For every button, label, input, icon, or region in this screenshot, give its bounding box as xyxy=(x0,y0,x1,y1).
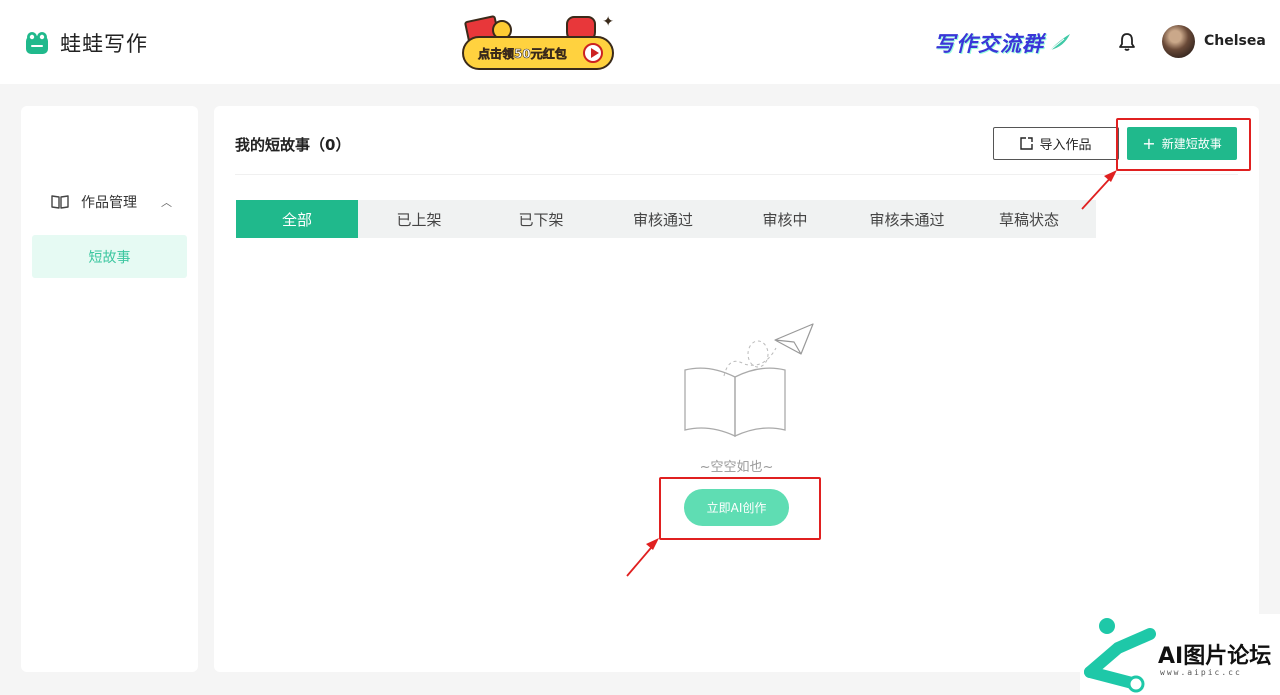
sidebar-group-works[interactable]: 作品管理 xyxy=(51,192,137,212)
watermark-url: www.aipic.cc xyxy=(1160,668,1242,677)
promo-pill[interactable]: 点击领50元红包 xyxy=(462,36,614,70)
play-icon xyxy=(583,43,603,63)
tab-rejected[interactable]: 审核未通过 xyxy=(846,200,968,238)
watermark-logo-icon xyxy=(1084,618,1156,693)
watermark: AI图片论坛 www.aipic.cc xyxy=(1080,614,1280,695)
frog-logo-icon xyxy=(26,32,48,54)
empty-book-illustration xyxy=(684,323,814,438)
book-icon xyxy=(51,195,69,209)
red-packet-promo-banner[interactable]: ✦ 点击领50元红包 xyxy=(462,14,616,72)
community-text: 写作交流群 xyxy=(934,32,1044,56)
tab-published[interactable]: 已上架 xyxy=(358,200,480,238)
import-icon xyxy=(1020,137,1034,150)
tab-under-review[interactable]: 审核中 xyxy=(724,200,846,238)
app-logo[interactable]: 蛙蛙写作 xyxy=(24,28,148,58)
main-panel: 我的短故事（0） 导入作品 + 新建短故事 全部 已上架 已下架 审核通过 审核… xyxy=(214,106,1259,672)
sidebar-group-label: 作品管理 xyxy=(81,195,137,211)
chevron-up-icon[interactable]: ︿ xyxy=(161,194,172,210)
user-avatar[interactable] xyxy=(1162,25,1195,58)
status-tabs: 全部 已上架 已下架 审核通过 审核中 审核未通过 草稿状态 xyxy=(236,200,1096,238)
username[interactable]: Chelsea xyxy=(1204,33,1266,49)
tab-all[interactable]: 全部 xyxy=(236,200,358,238)
empty-state-text: ~空空如也~ xyxy=(699,460,774,475)
tab-approved[interactable]: 审核通过 xyxy=(602,200,724,238)
divider xyxy=(235,174,1238,175)
import-label: 导入作品 xyxy=(1039,138,1092,153)
annotation-box-ai-button xyxy=(659,477,821,540)
page-title: 我的短故事（0） xyxy=(235,136,351,154)
sidebar: 作品管理 ︿ 短故事 xyxy=(21,106,198,672)
annotation-box-new-button xyxy=(1116,118,1251,171)
promo-text: 点击领50元红包 xyxy=(478,46,567,61)
watermark-title: AI图片论坛 xyxy=(1158,644,1272,669)
tab-unpublished[interactable]: 已下架 xyxy=(480,200,602,238)
sparkle-icon: ✦ xyxy=(602,14,614,30)
bell-icon[interactable] xyxy=(1117,31,1137,53)
sidebar-item-short-story[interactable]: 短故事 xyxy=(32,235,187,278)
community-link[interactable]: 写作交流群 xyxy=(934,28,1072,58)
tab-draft[interactable]: 草稿状态 xyxy=(968,200,1090,238)
sidebar-item-label: 短故事 xyxy=(88,249,131,266)
import-work-button[interactable]: 导入作品 xyxy=(993,127,1119,160)
app-name: 蛙蛙写作 xyxy=(60,32,148,56)
top-header: 蛙蛙写作 ✦ 点击领50元红包 写作交流群 Chelsea xyxy=(0,0,1280,84)
feather-icon xyxy=(1047,34,1070,53)
